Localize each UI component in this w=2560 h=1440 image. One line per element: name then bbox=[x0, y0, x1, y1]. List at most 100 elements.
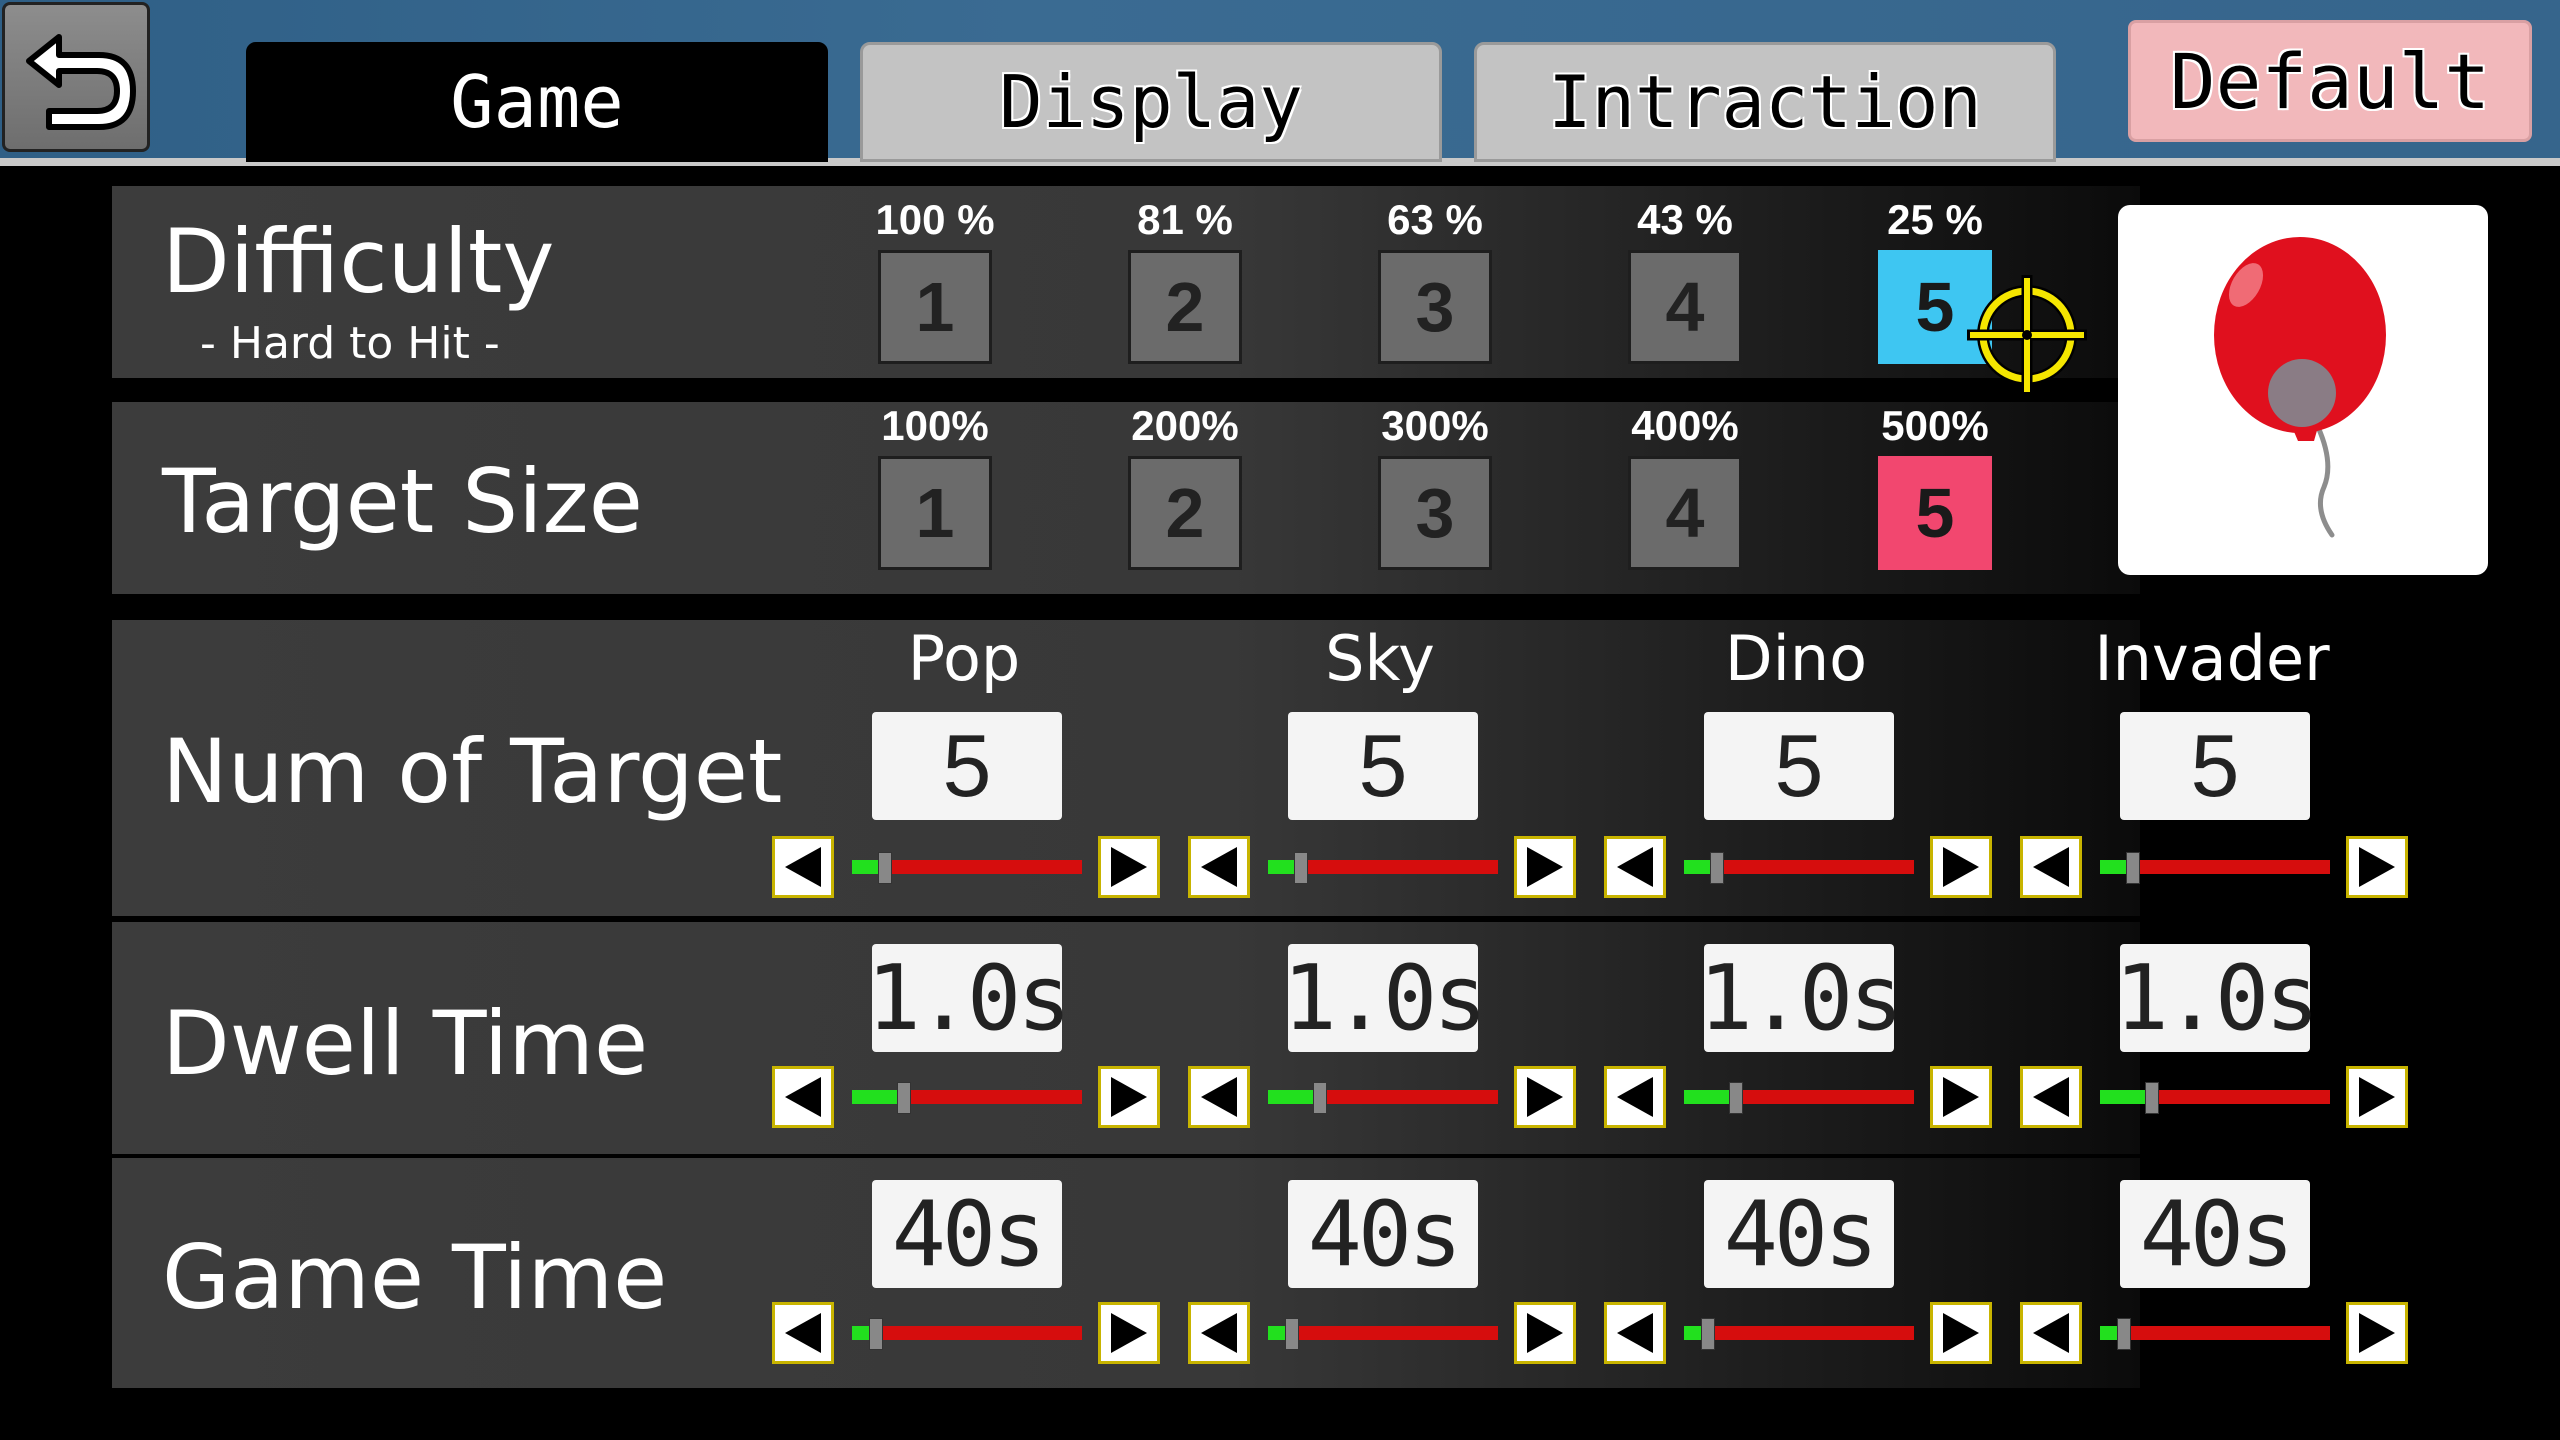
target-size-option-percent: 300% bbox=[1381, 402, 1489, 449]
difficulty-option-button[interactable]: 3 bbox=[1378, 250, 1492, 364]
num-of-target-slider[interactable] bbox=[2100, 852, 2330, 884]
dwell-time-slider[interactable] bbox=[852, 1082, 1082, 1114]
dwell-time-decrease-button[interactable] bbox=[1188, 1066, 1250, 1128]
num-of-target-increase-button[interactable] bbox=[2346, 836, 2408, 898]
arrow-right-icon bbox=[1943, 1313, 1979, 1353]
default-button[interactable]: Default bbox=[2128, 20, 2532, 142]
arrow-right-icon bbox=[1943, 847, 1979, 887]
arrow-left-icon bbox=[785, 847, 821, 887]
dwell-time-increase-button[interactable] bbox=[1098, 1066, 1160, 1128]
dwell-time-decrease-button[interactable] bbox=[1604, 1066, 1666, 1128]
game-time-title: Game Time bbox=[162, 1226, 668, 1329]
game-time-decrease-button[interactable] bbox=[1604, 1302, 1666, 1364]
num-of-target-decrease-button[interactable] bbox=[772, 836, 834, 898]
dwell-time-value: 1.0s bbox=[1282, 944, 1487, 1052]
target-size-option-button[interactable]: 5 bbox=[1878, 456, 1992, 570]
game-time-slider[interactable] bbox=[852, 1318, 1082, 1350]
num-of-target-title: Num of Target bbox=[162, 720, 783, 823]
slider-track bbox=[875, 1326, 1082, 1340]
target-size-option-button[interactable]: 1 bbox=[878, 456, 992, 570]
difficulty-option-button[interactable]: 1 bbox=[878, 250, 992, 364]
game-time-increase-button[interactable] bbox=[1930, 1302, 1992, 1364]
game-time-decrease-button[interactable] bbox=[1188, 1302, 1250, 1364]
difficulty-option-button[interactable]: 4 bbox=[1628, 250, 1742, 364]
slider-handle[interactable] bbox=[1313, 1082, 1327, 1114]
dwell-time-increase-button[interactable] bbox=[1514, 1066, 1576, 1128]
game-time-value: 40s bbox=[2120, 1180, 2310, 1288]
dwell-time-decrease-button[interactable] bbox=[2020, 1066, 2082, 1128]
game-time-increase-button[interactable] bbox=[2346, 1302, 2408, 1364]
slider-handle[interactable] bbox=[2126, 852, 2140, 884]
target-size-option-percent: 200% bbox=[1131, 402, 1239, 449]
dwell-time-increase-button[interactable] bbox=[2346, 1066, 2408, 1128]
game-time-decrease-button[interactable] bbox=[772, 1302, 834, 1364]
slider-track bbox=[1707, 1326, 1914, 1340]
slider-handle[interactable] bbox=[1701, 1318, 1715, 1350]
slider-handle[interactable] bbox=[2117, 1318, 2131, 1350]
game-time-increase-button[interactable] bbox=[1098, 1302, 1160, 1364]
tab-display[interactable]: Display bbox=[860, 42, 1442, 162]
arrow-left-icon bbox=[2033, 1077, 2069, 1117]
game-time-slider[interactable] bbox=[1268, 1318, 1498, 1350]
slider-handle[interactable] bbox=[869, 1318, 883, 1350]
crosshair-icon bbox=[1967, 275, 2087, 395]
tab-interaction[interactable]: Intraction bbox=[1474, 42, 2056, 162]
difficulty-option-percent: 43 % bbox=[1637, 196, 1733, 243]
num-of-target-increase-button[interactable] bbox=[1514, 836, 1576, 898]
difficulty-option-button[interactable]: 2 bbox=[1128, 250, 1242, 364]
target-size-option-button[interactable]: 4 bbox=[1628, 456, 1742, 570]
slider-track bbox=[2151, 1090, 2330, 1104]
slider-track bbox=[2132, 860, 2330, 874]
slider-track bbox=[1291, 1326, 1498, 1340]
dwell-time-decrease-button[interactable] bbox=[772, 1066, 834, 1128]
num-of-target-decrease-button[interactable] bbox=[1604, 836, 1666, 898]
slider-handle[interactable] bbox=[1729, 1082, 1743, 1114]
dwell-time-slider[interactable] bbox=[2100, 1082, 2330, 1114]
slider-handle[interactable] bbox=[897, 1082, 911, 1114]
arrow-left-icon bbox=[785, 1313, 821, 1353]
num-of-target-decrease-button[interactable] bbox=[1188, 836, 1250, 898]
slider-fill bbox=[1268, 1090, 1319, 1104]
arrow-right-icon bbox=[1111, 847, 1147, 887]
dwell-time-value: 1.0s bbox=[866, 944, 1071, 1052]
game-time-increase-button[interactable] bbox=[1514, 1302, 1576, 1364]
slider-track bbox=[1716, 860, 1914, 874]
num-of-target-decrease-button[interactable] bbox=[2020, 836, 2082, 898]
target-size-title: Target Size bbox=[162, 450, 643, 553]
num-of-target-increase-button[interactable] bbox=[1098, 836, 1160, 898]
game-time-slider[interactable] bbox=[1684, 1318, 1914, 1350]
difficulty-option-percent: 81 % bbox=[1137, 196, 1233, 243]
difficulty-option-percent: 100 % bbox=[875, 196, 995, 243]
slider-track bbox=[903, 1090, 1082, 1104]
target-size-option-percent: 400% bbox=[1631, 402, 1739, 449]
target-preview bbox=[2118, 205, 2488, 575]
game-column-header: Pop bbox=[907, 622, 1021, 695]
num-of-target-slider[interactable] bbox=[1268, 852, 1498, 884]
slider-handle[interactable] bbox=[1294, 852, 1308, 884]
slider-track bbox=[1319, 1090, 1498, 1104]
slider-track bbox=[1300, 860, 1498, 874]
dwell-time-slider[interactable] bbox=[1684, 1082, 1914, 1114]
arrow-left-icon bbox=[1617, 1077, 1653, 1117]
slider-handle[interactable] bbox=[1285, 1318, 1299, 1350]
game-time-value: 40s bbox=[1288, 1180, 1478, 1288]
slider-handle[interactable] bbox=[1710, 852, 1724, 884]
dwell-time-slider[interactable] bbox=[1268, 1082, 1498, 1114]
num-of-target-slider[interactable] bbox=[852, 852, 1082, 884]
game-time-slider[interactable] bbox=[2100, 1318, 2330, 1350]
num-of-target-slider[interactable] bbox=[1684, 852, 1914, 884]
num-of-target-increase-button[interactable] bbox=[1930, 836, 1992, 898]
difficulty-option-percent: 63 % bbox=[1387, 196, 1483, 243]
slider-handle[interactable] bbox=[2145, 1082, 2159, 1114]
slider-handle[interactable] bbox=[878, 852, 892, 884]
tab-game[interactable]: Game bbox=[246, 42, 828, 162]
back-button[interactable] bbox=[2, 2, 150, 152]
arrow-right-icon bbox=[2359, 847, 2395, 887]
target-size-option-button[interactable]: 3 bbox=[1378, 456, 1492, 570]
dwell-time-increase-button[interactable] bbox=[1930, 1066, 1992, 1128]
num-of-target-value: 5 bbox=[1288, 712, 1478, 820]
target-size-option-button[interactable]: 2 bbox=[1128, 456, 1242, 570]
game-time-decrease-button[interactable] bbox=[2020, 1302, 2082, 1364]
slider-fill bbox=[1684, 1090, 1735, 1104]
arrow-right-icon bbox=[1527, 847, 1563, 887]
